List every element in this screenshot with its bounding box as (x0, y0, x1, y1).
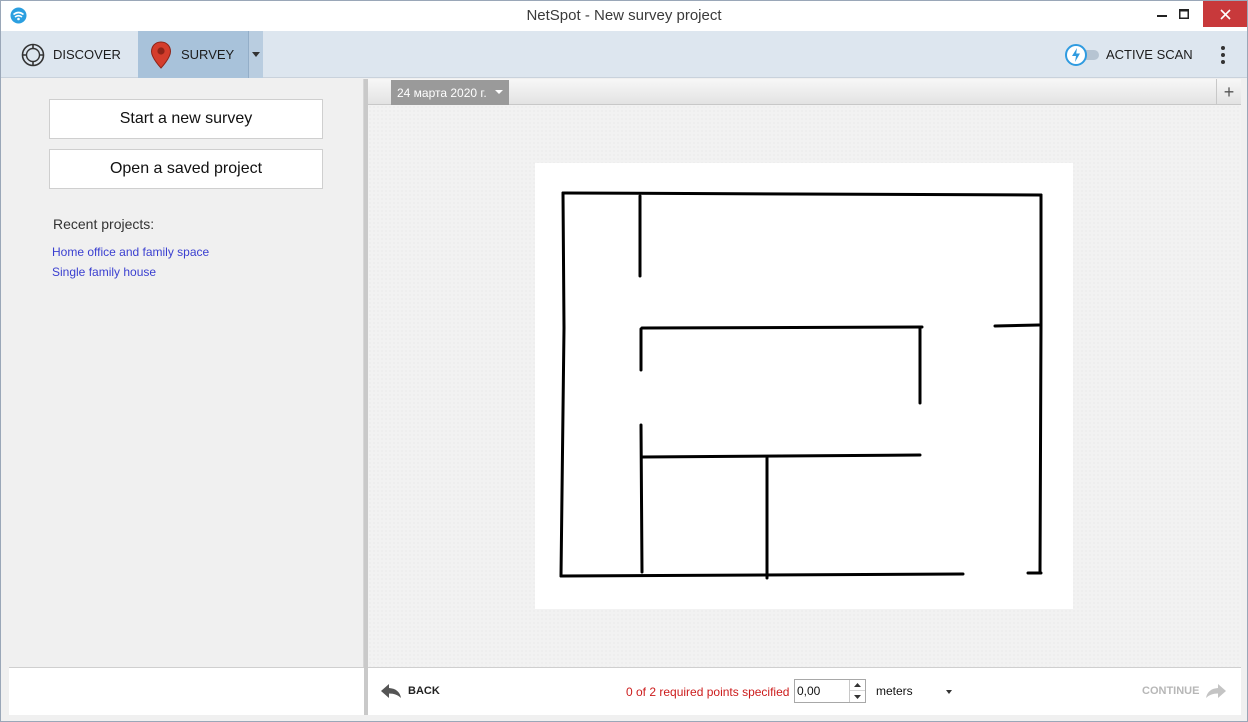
active-scan-toggle[interactable]: ACTIVE SCAN (1065, 31, 1193, 78)
map-pin-icon (150, 40, 172, 69)
active-scan-switch[interactable] (1065, 43, 1101, 66)
back-button[interactable]: BACK (380, 683, 440, 699)
lightning-icon (1065, 43, 1087, 66)
compass-icon (21, 43, 45, 66)
survey-label: SURVEY (181, 47, 235, 62)
points-status-text: 0 of 2 required points specified (626, 685, 790, 699)
active-scan-label: ACTIVE SCAN (1106, 47, 1193, 62)
window-title: NetSpot - New survey project (526, 7, 722, 24)
survey-dropdown-button[interactable] (248, 31, 263, 78)
distance-input[interactable] (795, 680, 847, 702)
discover-label: DISCOVER (53, 47, 121, 62)
add-tab-button[interactable]: + (1216, 79, 1241, 105)
maximize-icon (1179, 9, 1189, 19)
chevron-down-icon (854, 694, 861, 699)
more-options-icon[interactable] (1213, 31, 1233, 78)
continue-button[interactable]: CONTINUE (1142, 683, 1227, 699)
close-icon (1219, 8, 1231, 20)
close-button[interactable] (1203, 1, 1247, 27)
floor-plan-drawing (559, 191, 1043, 580)
app-window: NetSpot - New survey project DISCOVER SU… (0, 0, 1248, 722)
left-panel: Start a new survey Open a saved project … (9, 79, 364, 667)
forward-arrow-icon (1206, 684, 1227, 698)
title-bar: NetSpot - New survey project (1, 1, 1247, 31)
plus-icon: + (1223, 81, 1235, 102)
chevron-down-icon (495, 90, 503, 94)
survey-button[interactable]: SURVEY (138, 31, 248, 78)
units-select[interactable]: meters (876, 679, 956, 703)
left-footer (9, 667, 364, 715)
open-saved-project-button[interactable]: Open a saved project (49, 149, 323, 189)
continue-label: CONTINUE (1142, 685, 1200, 697)
distance-stepper[interactable] (794, 679, 866, 703)
chevron-down-icon (946, 690, 952, 694)
back-arrow-icon (381, 684, 401, 698)
main-toolbar: DISCOVER SURVEY ACTIVE SCAN (1, 31, 1247, 78)
recent-project-link[interactable]: Single family house (52, 265, 156, 279)
recent-project-link[interactable]: Home office and family space (52, 245, 209, 259)
maximize-button[interactable] (1171, 1, 1197, 27)
back-label: BACK (408, 685, 440, 697)
floor-plan-image[interactable] (535, 163, 1073, 609)
units-label: meters (876, 684, 913, 698)
tab-map-date[interactable]: 24 марта 2020 г. (391, 80, 509, 105)
chevron-up-icon (854, 683, 861, 687)
stepper-up-button[interactable] (850, 680, 865, 691)
discover-button[interactable]: DISCOVER (11, 31, 137, 78)
tab-label: 24 марта 2020 г. (397, 85, 487, 100)
recent-projects-heading: Recent projects: (53, 216, 155, 232)
chevron-down-icon (252, 52, 260, 57)
map-canvas[interactable] (368, 105, 1241, 667)
start-new-survey-button[interactable]: Start a new survey (49, 99, 323, 139)
minimize-icon (1157, 15, 1167, 17)
stepper-down-button[interactable] (850, 691, 865, 702)
map-tab-bar: 24 марта 2020 г. + (368, 79, 1241, 105)
bottom-bar: BACK 0 of 2 required points specified me… (368, 667, 1241, 715)
